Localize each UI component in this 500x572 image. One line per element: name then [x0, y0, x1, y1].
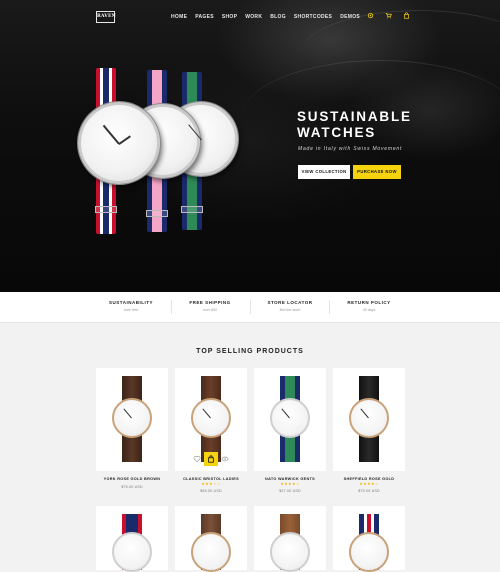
cart-icon[interactable] [385, 12, 392, 19]
header-icons [367, 12, 410, 19]
features-bar: SUSTAINABILITY toxic free FREE SHIPPING … [0, 292, 500, 323]
product-card[interactable] [254, 506, 326, 572]
main-nav: HOME PAGES SHOP WORK BLOG SHORTCODES DEM… [171, 14, 360, 20]
nav-item-blog[interactable]: BLOG [270, 14, 286, 20]
add-to-cart-button[interactable] [204, 452, 218, 466]
purchase-now-button[interactable]: PURCHASE NOW [353, 165, 401, 179]
section-title: TOP SELLING PRODUCTS [196, 348, 304, 355]
nav-item-home[interactable]: HOME [171, 14, 187, 20]
feature-return-policy: RETURN POLICY 30 days [347, 300, 391, 312]
product-price: $95.00 USD [200, 489, 222, 493]
product-card[interactable] [175, 506, 247, 572]
feature-sustainability: SUSTAINABILITY toxic free [109, 300, 153, 312]
rating-stars: ★★★★☆ [280, 482, 300, 486]
hero-title: SUSTAINABLE WATCHES [297, 109, 412, 140]
hero-subtitle: Made in Italy with Swiss Movement [298, 146, 403, 152]
hero-banner: RAVEN HOME PAGES SHOP WORK BLOG SHORTCOD… [0, 0, 500, 292]
nav-item-work[interactable]: WORK [245, 14, 262, 20]
product-card[interactable] [175, 368, 247, 471]
feature-free-shipping: FREE SHIPPING over $50 [189, 300, 231, 312]
bag-icon [208, 455, 214, 463]
brand-logo[interactable]: RAVEN [96, 11, 116, 23]
nav-item-shop[interactable]: SHOP [222, 14, 237, 20]
product-card[interactable] [333, 506, 405, 572]
rating-stars: ★★★☆☆ [201, 482, 221, 486]
nav-item-demos[interactable]: DEMOS [340, 14, 360, 20]
quick-view-eye-icon[interactable] [221, 455, 229, 463]
settings-icon[interactable] [367, 12, 374, 19]
product-price: $75.00 USD [358, 489, 380, 493]
view-collection-button[interactable]: VIEW COLLECTION [298, 165, 350, 179]
product-card[interactable] [96, 506, 168, 572]
product-name[interactable]: YORK ROSE GOLD BROWN [96, 477, 168, 481]
top-navigation: RAVEN HOME PAGES SHOP WORK BLOG SHORTCOD… [0, 0, 500, 34]
feature-store-locator: STORE LOCATOR find the store [267, 300, 313, 312]
rating-stars: ★★★★☆ [359, 482, 379, 486]
product-actions [193, 451, 229, 467]
product-price: $75.00 USD [121, 485, 143, 489]
nav-item-shortcodes[interactable]: SHORTCODES [294, 14, 332, 20]
product-card[interactable] [333, 368, 405, 471]
product-price: $27.00 USD [279, 489, 301, 493]
hero-watches-image [74, 66, 244, 236]
nav-item-pages[interactable]: PAGES [195, 14, 214, 20]
wishlist-heart-icon[interactable] [193, 455, 201, 463]
bag-icon[interactable] [403, 12, 410, 19]
product-card[interactable] [254, 368, 326, 471]
product-card[interactable] [96, 368, 168, 471]
